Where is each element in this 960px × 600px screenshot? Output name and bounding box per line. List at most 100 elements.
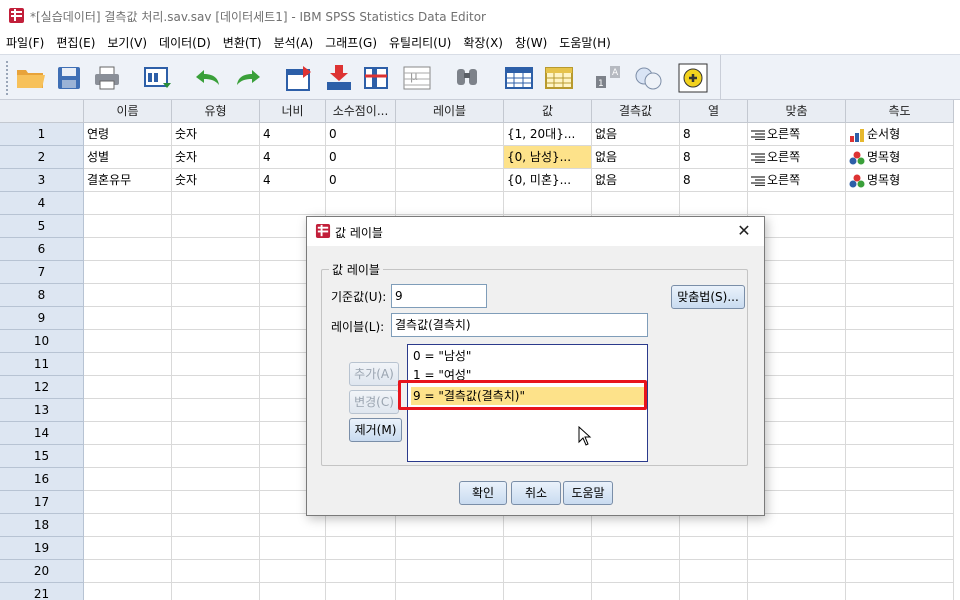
grid-cell[interactable] [84,445,172,468]
grid-cell[interactable] [84,307,172,330]
grid-cell[interactable] [260,560,326,583]
help-button[interactable]: 도움말 [563,481,613,505]
grid-cell[interactable] [846,261,954,284]
toolbar-grip[interactable] [6,61,9,95]
grid-cell[interactable] [172,491,260,514]
goto-case-icon[interactable] [282,61,316,95]
row-number[interactable]: 13 [0,399,84,422]
grid-cell[interactable] [396,192,504,215]
row-number[interactable]: 12 [0,376,84,399]
grid-cell[interactable] [172,261,260,284]
grid-cell[interactable] [592,514,680,537]
grid-cell[interactable] [84,238,172,261]
cell-name[interactable]: 연령 [84,123,172,146]
grid-cell[interactable] [172,192,260,215]
row-number[interactable]: 21 [0,583,84,600]
grid-cell[interactable] [84,261,172,284]
grid-cell[interactable] [84,560,172,583]
cell-label[interactable] [396,123,504,146]
insert-cases-icon[interactable] [322,61,356,95]
cell-missing[interactable]: 없음 [592,123,680,146]
grid-cell[interactable] [592,560,680,583]
grid-cell[interactable] [84,422,172,445]
grid-cell[interactable] [172,468,260,491]
row-number[interactable]: 3 [0,169,84,192]
grid-cell[interactable] [84,192,172,215]
value-input[interactable]: 9 [391,284,487,308]
cell-measure[interactable]: 순서형 [846,123,954,146]
use-variable-sets-icon[interactable] [676,61,710,95]
cell-align[interactable]: 오른쪽 [748,169,846,192]
col-header-label[interactable]: 레이블 [396,100,504,123]
menu-extensions[interactable]: 확장(X) [459,32,511,54]
grid-cell[interactable] [846,192,954,215]
grid-cell[interactable] [260,514,326,537]
row-number[interactable]: 1 [0,123,84,146]
spelling-button[interactable]: 맞춤법(S)... [671,285,745,309]
menu-help[interactable]: 도움말(H) [555,32,619,54]
grid-cell[interactable] [84,284,172,307]
cell-columns[interactable]: 8 [680,123,748,146]
grid-cell[interactable] [172,353,260,376]
cell-columns[interactable]: 8 [680,169,748,192]
row-number[interactable]: 9 [0,307,84,330]
close-icon[interactable]: ✕ [734,221,754,241]
redo-icon[interactable] [232,61,266,95]
grid-cell[interactable] [748,560,846,583]
grid-cell[interactable] [172,537,260,560]
grid-cell[interactable] [172,560,260,583]
grid-cell[interactable] [846,307,954,330]
col-header-name[interactable]: 이름 [84,100,172,123]
menu-edit[interactable]: 편집(E) [52,32,103,54]
cell-align[interactable]: 오른쪽 [748,123,846,146]
grid-cell[interactable] [396,537,504,560]
value-labels-icon[interactable] [632,61,666,95]
grid-cell[interactable] [846,583,954,600]
save-icon[interactable] [52,61,86,95]
grid-cell[interactable] [748,514,846,537]
grid-cell[interactable] [260,537,326,560]
cell-type[interactable]: 숫자 [172,123,260,146]
cell-decimals[interactable]: 0 [326,169,396,192]
row-number[interactable]: 16 [0,468,84,491]
remove-button[interactable]: 제거(M) [349,418,402,442]
dialog-recall-icon[interactable] [140,61,174,95]
grid-cell[interactable] [172,284,260,307]
col-header-decimals[interactable]: 소수점이... [326,100,396,123]
cell-missing[interactable]: 없음 [592,169,680,192]
menu-analyze[interactable]: 분석(A) [270,32,322,54]
grid-cell[interactable] [326,583,396,600]
grid-cell[interactable] [172,307,260,330]
row-number[interactable]: 6 [0,238,84,261]
row-number[interactable]: 2 [0,146,84,169]
row-number[interactable]: 18 [0,514,84,537]
row-number[interactable]: 14 [0,422,84,445]
grid-cell[interactable] [748,537,846,560]
grid-cell[interactable] [326,514,396,537]
menu-window[interactable]: 창(W) [511,32,555,54]
grid-cell[interactable] [846,399,954,422]
find-binoculars-icon[interactable] [450,61,484,95]
grid-cell[interactable] [748,583,846,600]
grid-cell[interactable] [326,192,396,215]
cancel-button[interactable]: 취소 [511,481,561,505]
grid-cell[interactable] [326,537,396,560]
grid-cell[interactable] [592,537,680,560]
menu-utilities[interactable]: 유틸리티(U) [385,32,459,54]
cell-type[interactable]: 숫자 [172,169,260,192]
grid-cell[interactable] [84,468,172,491]
dialog-title-bar[interactable]: 값 레이블 ✕ [307,217,764,246]
grid-cell[interactable] [846,238,954,261]
grid-cell[interactable] [846,353,954,376]
cell-values[interactable]: {1, 20대}... [504,123,592,146]
print-icon[interactable] [90,61,124,95]
menu-transform[interactable]: 변환(T) [219,32,270,54]
cell-label[interactable] [396,146,504,169]
col-header-columns[interactable]: 열 [680,100,748,123]
cell-values[interactable]: {0, 미혼}... [504,169,592,192]
grid-cell[interactable] [172,422,260,445]
cell-decimals[interactable]: 0 [326,123,396,146]
grid-cell[interactable] [172,215,260,238]
cell-label[interactable] [396,169,504,192]
grid-cell[interactable] [172,399,260,422]
